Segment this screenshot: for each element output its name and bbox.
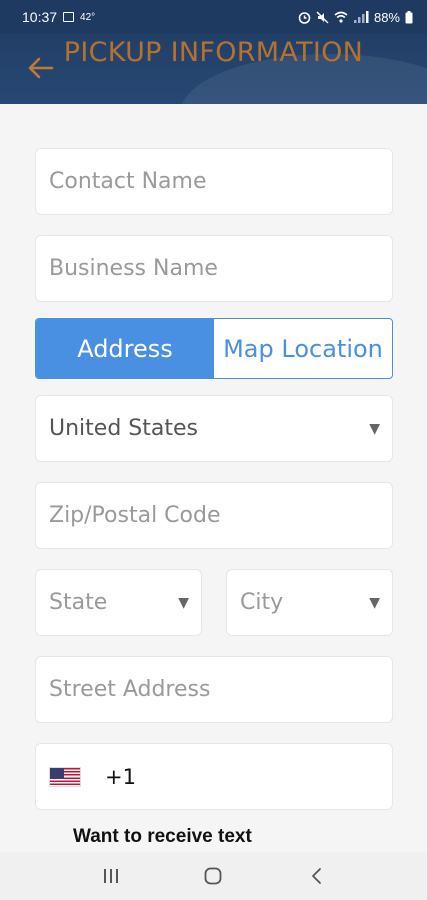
phone-country-code: +1 <box>105 764 136 789</box>
country-select[interactable]: United States ▼ <box>35 395 393 462</box>
page-title: PICKUP INFORMATION <box>63 37 364 68</box>
street-address-placeholder: Street Address <box>49 677 211 702</box>
recent-apps-button[interactable] <box>91 856 131 896</box>
state-select[interactable]: State ▼ <box>35 569 202 636</box>
city-placeholder: City <box>240 590 284 615</box>
zip-code-field[interactable]: Zip/Postal Code <box>35 482 393 549</box>
contact-name-field[interactable]: Contact Name <box>35 148 393 215</box>
us-flag-icon[interactable] <box>49 766 81 787</box>
home-icon <box>205 867 222 885</box>
tab-address[interactable]: Address <box>36 319 214 378</box>
gallery-icon <box>63 12 75 22</box>
status-time: 10:37 <box>22 9 58 25</box>
wifi-icon <box>334 11 348 23</box>
phone-field[interactable]: +1 <box>35 743 393 810</box>
alarm-icon <box>298 11 311 24</box>
street-address-field[interactable]: Street Address <box>35 656 393 723</box>
system-nav-bar <box>0 852 427 900</box>
business-name-placeholder: Business Name <box>49 256 218 281</box>
signal-icon <box>353 10 369 23</box>
back-icon <box>311 868 321 884</box>
battery-icon <box>405 10 413 23</box>
tab-address-label: Address <box>77 334 173 363</box>
status-bar: 10:37 42° 88% <box>0 0 427 34</box>
nav-back-button[interactable] <box>296 856 336 896</box>
dropdown-caret-icon: ▼ <box>369 420 380 437</box>
city-select[interactable]: City ▼ <box>226 569 393 636</box>
dropdown-caret-icon: ▼ <box>178 594 189 611</box>
dropdown-caret-icon: ▼ <box>369 594 380 611</box>
mute-icon <box>316 11 329 23</box>
app-header: PICKUP INFORMATION <box>0 34 427 104</box>
battery-percent: 88% <box>373 9 400 25</box>
sms-opt-in-label: Want to receive text <box>73 826 252 847</box>
recent-apps-icon <box>104 869 119 883</box>
tab-map-location-label: Map Location <box>223 334 383 363</box>
country-value: United States <box>49 416 198 441</box>
location-type-toggle: Address Map Location <box>35 318 393 379</box>
status-temperature: 42° <box>80 11 96 23</box>
business-name-field[interactable]: Business Name <box>35 235 393 302</box>
state-placeholder: State <box>49 590 108 615</box>
tab-map-location[interactable]: Map Location <box>214 319 392 378</box>
zip-code-placeholder: Zip/Postal Code <box>49 503 221 528</box>
contact-name-placeholder: Contact Name <box>49 169 207 194</box>
back-button[interactable] <box>22 52 58 84</box>
arrow-left-icon <box>28 57 54 79</box>
home-button[interactable] <box>193 856 233 896</box>
